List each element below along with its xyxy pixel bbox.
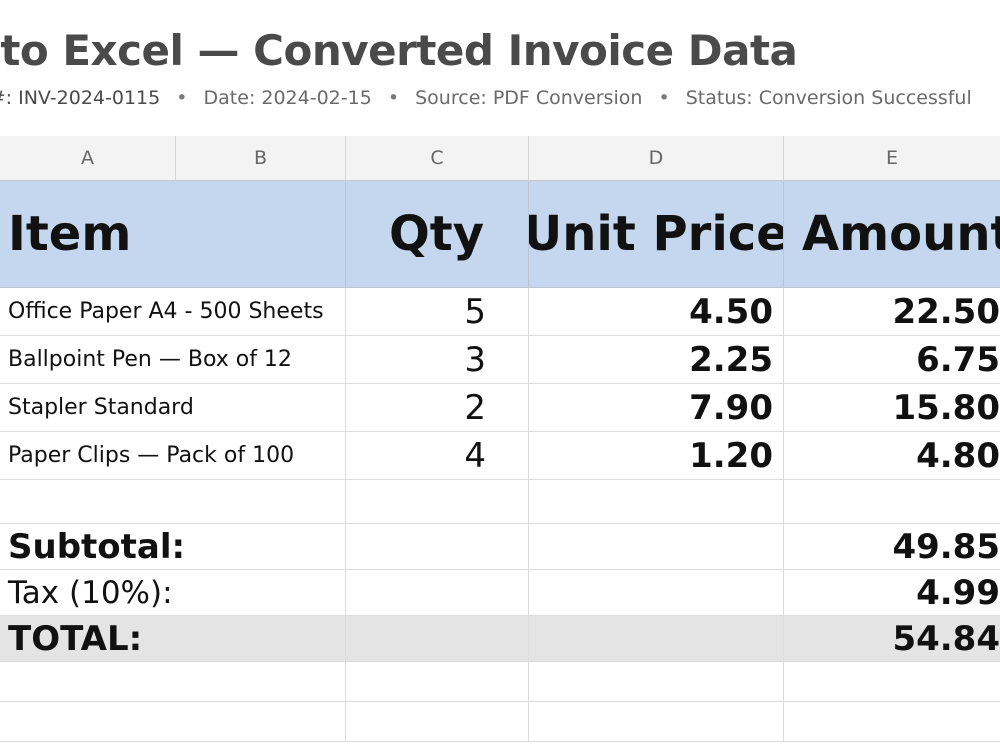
empty-cell[interactable] bbox=[784, 662, 1000, 702]
column-header-a[interactable]: A bbox=[0, 136, 176, 181]
empty-cell[interactable] bbox=[529, 702, 784, 742]
empty-cell[interactable] bbox=[529, 616, 784, 662]
empty-cell[interactable] bbox=[346, 524, 529, 570]
tax-value[interactable]: 4.99 bbox=[784, 570, 1000, 616]
header-qty[interactable]: Qty bbox=[346, 181, 529, 288]
tax-label[interactable]: Tax (10%): bbox=[0, 570, 346, 616]
cell-amount[interactable]: 6.75 bbox=[784, 336, 1000, 384]
cell-item[interactable]: Stapler Standard bbox=[0, 384, 346, 432]
subtotal-value[interactable]: 49.85 bbox=[784, 524, 1000, 570]
cell-item[interactable]: Ballpoint Pen — Box of 12 bbox=[0, 336, 346, 384]
header-amount[interactable]: Amount bbox=[784, 181, 1000, 288]
column-header-c[interactable]: C bbox=[346, 136, 529, 181]
total-label[interactable]: TOTAL: bbox=[0, 616, 346, 662]
empty-cell[interactable] bbox=[529, 524, 784, 570]
empty-cell[interactable] bbox=[0, 480, 346, 524]
cell-unit-price[interactable]: 7.90 bbox=[529, 384, 784, 432]
empty-cell[interactable] bbox=[0, 702, 346, 742]
empty-cell[interactable] bbox=[529, 570, 784, 616]
cell-amount[interactable]: 22.50 bbox=[784, 288, 1000, 336]
header-unit-price[interactable]: Unit Price bbox=[529, 181, 784, 288]
empty-cell[interactable] bbox=[529, 480, 784, 524]
subtotal-label[interactable]: Subtotal: bbox=[0, 524, 346, 570]
total-value[interactable]: 54.84 bbox=[784, 616, 1000, 662]
empty-cell[interactable] bbox=[0, 662, 346, 702]
empty-cell[interactable] bbox=[784, 702, 1000, 742]
column-header-b[interactable]: B bbox=[176, 136, 346, 181]
spreadsheet-grid: A B C D E Item Qty Unit Price Amount Off… bbox=[0, 0, 1000, 750]
empty-cell[interactable] bbox=[346, 702, 529, 742]
column-header-d[interactable]: D bbox=[529, 136, 784, 181]
cell-item[interactable]: Office Paper A4 - 500 Sheets bbox=[0, 288, 346, 336]
cell-unit-price[interactable]: 4.50 bbox=[529, 288, 784, 336]
empty-cell[interactable] bbox=[346, 662, 529, 702]
empty-cell[interactable] bbox=[346, 480, 529, 524]
cell-item[interactable]: Paper Clips — Pack of 100 bbox=[0, 432, 346, 480]
cell-qty[interactable]: 4 bbox=[346, 432, 529, 480]
cell-qty[interactable]: 5 bbox=[346, 288, 529, 336]
empty-cell[interactable] bbox=[784, 480, 1000, 524]
header-item[interactable]: Item bbox=[0, 181, 346, 288]
empty-cell[interactable] bbox=[346, 616, 529, 662]
empty-cell[interactable] bbox=[346, 570, 529, 616]
column-header-e[interactable]: E bbox=[784, 136, 1000, 181]
cell-unit-price[interactable]: 1.20 bbox=[529, 432, 784, 480]
empty-cell[interactable] bbox=[529, 662, 784, 702]
cell-amount[interactable]: 4.80 bbox=[784, 432, 1000, 480]
cell-amount[interactable]: 15.80 bbox=[784, 384, 1000, 432]
cell-unit-price[interactable]: 2.25 bbox=[529, 336, 784, 384]
cell-qty[interactable]: 3 bbox=[346, 336, 529, 384]
cell-qty[interactable]: 2 bbox=[346, 384, 529, 432]
